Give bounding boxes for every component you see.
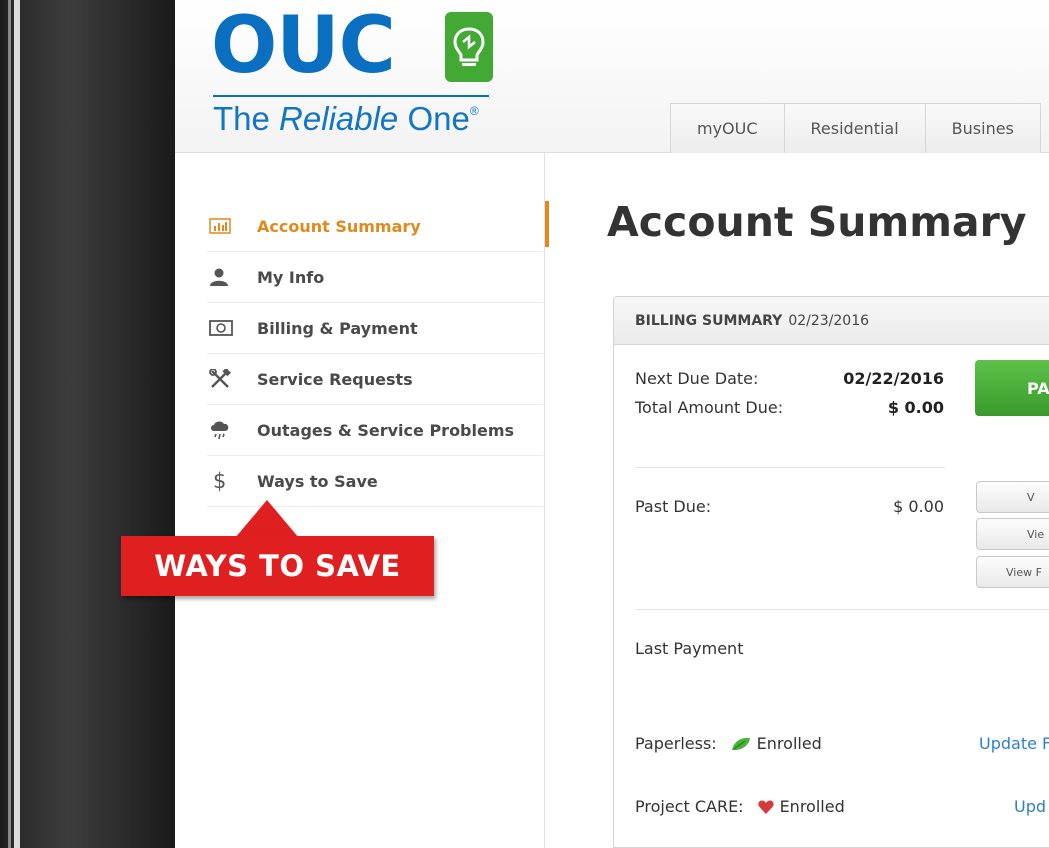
view-payments-button[interactable]: View F (976, 556, 1049, 588)
sidebar-item-label: Billing & Payment (257, 318, 418, 338)
sidebar-item-label: My Info (257, 267, 325, 287)
next-due-date-label: Next Due Date: (635, 369, 759, 388)
project-care-status: Enrolled (779, 797, 845, 816)
tools-icon (207, 369, 257, 389)
storm-cloud-icon (207, 420, 257, 440)
ways-to-save-callout: WAYS TO SAVE (121, 536, 434, 596)
money-bill-icon (207, 320, 257, 336)
paperless-label: Paperless: (635, 734, 717, 753)
logo-divider (213, 95, 489, 97)
sidebar-item-label: Account Summary (257, 216, 421, 236)
next-due-date-value: 02/22/2016 (843, 369, 944, 388)
billing-summary-panel: BILLING SUMMARY 02/23/2016 Next Due Date… (613, 296, 1049, 848)
total-amount-due-value: $ 0.00 (887, 398, 944, 417)
sidebar-item-outages[interactable]: Outages & Service Problems (207, 405, 543, 456)
billing-summary-label: BILLING SUMMARY (635, 312, 783, 329)
sidebar-item-label: Outages & Service Problems (257, 420, 515, 440)
view-history-button[interactable]: Vie (976, 518, 1049, 550)
billing-summary-date: 02/23/2016 (788, 312, 870, 329)
project-care-row: Project CARE: Enrolled (635, 797, 845, 816)
top-nav-tabs: myOUC Residential Busines (670, 103, 1041, 153)
project-care-label: Project CARE: (635, 797, 744, 816)
sidebar-nav: Account Summary My Info Billing & Paymen… (207, 201, 549, 507)
ouc-logo-text[interactable]: OUC (211, 6, 396, 86)
divider (635, 467, 945, 468)
sidebar-item-service-requests[interactable]: Service Requests (207, 354, 543, 405)
sidebar: Account Summary My Info Billing & Paymen… (175, 153, 549, 848)
sidebar-item-account-summary[interactable]: Account Summary (207, 201, 549, 252)
tab-business[interactable]: Busines (924, 103, 1041, 153)
callout-text: WAYS TO SAVE (154, 549, 401, 583)
site-header: OUC The Reliable One® myOUC Residential … (175, 0, 1049, 153)
callout-arrow (235, 500, 299, 538)
leaf-icon (731, 737, 751, 751)
tab-myouc[interactable]: myOUC (670, 103, 785, 153)
page-title: Account Summary (607, 198, 1027, 246)
past-due-label: Past Due: (635, 497, 712, 516)
tab-residential[interactable]: Residential (783, 103, 926, 153)
update-paperless-link[interactable]: Update F (979, 734, 1049, 753)
sidebar-item-label: Service Requests (257, 369, 413, 389)
paperless-status: Enrolled (756, 734, 822, 753)
sidebar-item-billing-payment[interactable]: Billing & Payment (207, 303, 543, 354)
last-payment-label: Last Payment (635, 639, 744, 658)
brand-tagline: The Reliable One® (213, 100, 479, 137)
lightbulb-logo-icon[interactable] (445, 12, 493, 82)
heart-icon (757, 799, 774, 814)
sidebar-item-label: Ways to Save (257, 471, 378, 491)
sidebar-item-my-info[interactable]: My Info (207, 252, 543, 303)
device-frame (0, 0, 175, 848)
billing-summary-header: BILLING SUMMARY 02/23/2016 (614, 297, 1049, 345)
bar-chart-icon (207, 218, 257, 234)
past-due-value: $ 0.00 (893, 497, 944, 516)
divider (635, 609, 1049, 610)
paperless-row: Paperless: Enrolled (635, 734, 822, 753)
total-amount-due-label: Total Amount Due: (635, 398, 784, 417)
pay-button[interactable]: PA (975, 360, 1049, 416)
update-project-care-link[interactable]: Upd (1014, 797, 1046, 816)
view-bill-button[interactable]: V (976, 481, 1049, 513)
user-icon (207, 268, 257, 286)
dollar-icon: $ (213, 469, 227, 493)
